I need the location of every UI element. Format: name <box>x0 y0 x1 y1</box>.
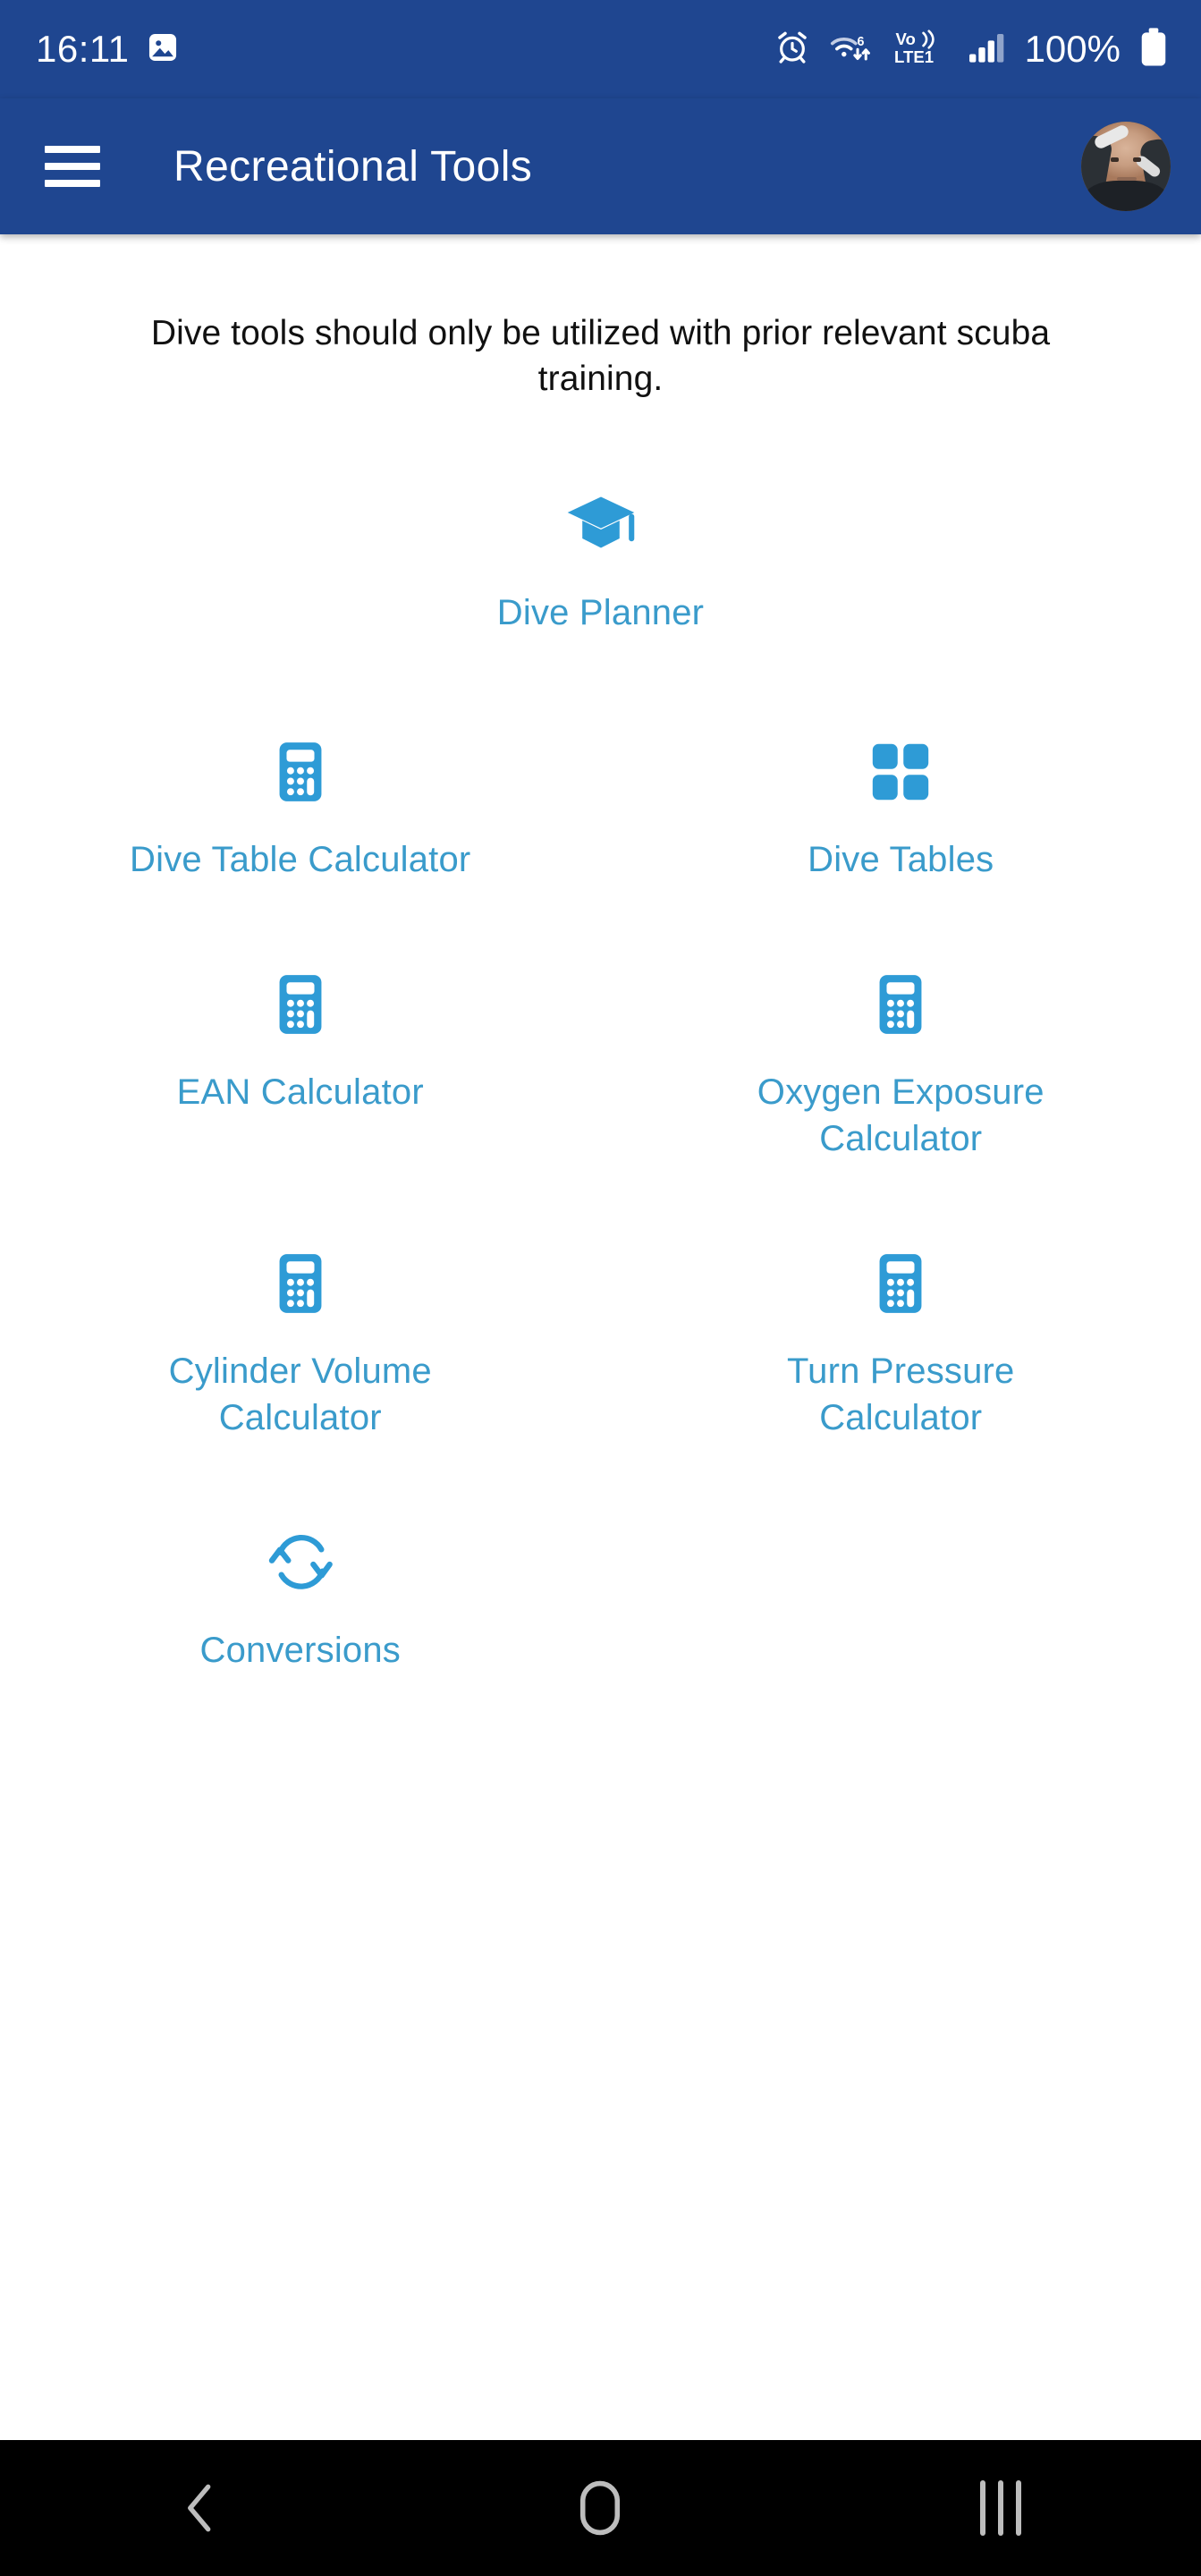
recents-bar <box>980 2480 986 2536</box>
avatar-eye-left <box>1111 157 1119 162</box>
android-nav-bar <box>0 2440 1201 2576</box>
tool-grid: Dive Planner Dive Table Calculator Dive … <box>0 457 1201 1674</box>
svg-text:6: 6 <box>857 34 864 48</box>
home-circle-icon[interactable] <box>511 2440 689 2576</box>
tool-row: Dive Planner <box>0 457 1201 636</box>
tool-tile-label: Cylinder Volume Calculator <box>168 1352 432 1438</box>
tool-tile-label: Dive Tables <box>808 840 994 880</box>
tool-tile-label: Conversions <box>199 1631 402 1671</box>
tool-tile-turn-pressure-calculator[interactable]: Turn Pressure Calculator <box>601 1216 1201 1441</box>
app-bar: Recreational Tools <box>0 98 1201 234</box>
calculator-icon <box>259 1242 342 1325</box>
hamburger-bar <box>45 180 100 187</box>
status-bar-clock: 16:11 <box>36 28 130 70</box>
recents-bars-group <box>980 2480 1022 2536</box>
tool-tile-label: Dive Table Calculator <box>130 840 471 880</box>
wifi-icon: 6 <box>828 30 876 70</box>
tool-tile-dive-planner[interactable]: Dive Planner <box>0 457 1201 636</box>
page-title: Recreational Tools <box>173 142 533 191</box>
tool-row: Conversions <box>0 1495 1201 1674</box>
tool-tile-empty-slot <box>601 1495 1201 1674</box>
tool-tile-conversions[interactable]: Conversions <box>0 1495 601 1674</box>
avatar-body <box>1081 181 1171 211</box>
graduation-cap-icon <box>560 484 642 566</box>
grid-four-squares-icon <box>859 731 942 813</box>
tool-row: Dive Table Calculator Dive Tables <box>0 704 1201 883</box>
avatar-eye-right <box>1133 157 1141 162</box>
screenshot-icon <box>146 30 180 69</box>
volte-icon: Vo LTE1 <box>894 28 950 72</box>
phone-screen: 16:11 6 Vo LTE1 100% Recreational Tools … <box>0 0 1201 2576</box>
hamburger-bar <box>45 146 100 153</box>
hamburger-menu-icon[interactable] <box>45 146 100 187</box>
tool-tile-label: Dive Planner <box>496 593 705 633</box>
calculator-icon <box>259 731 342 813</box>
tool-row: Cylinder Volume Calculator Turn Pressure… <box>0 1216 1201 1441</box>
calculator-icon <box>859 1242 942 1325</box>
recents-bars-icon[interactable] <box>911 2440 1090 2576</box>
row-spacer <box>0 636 1201 704</box>
status-bar-left: 16:11 <box>36 28 180 71</box>
battery-percentage: 100% <box>1024 28 1121 70</box>
tool-tile-oxygen-exposure-calculator[interactable]: Oxygen Exposure Calculator <box>601 936 1201 1162</box>
signal-icon <box>968 30 1007 70</box>
tool-tile-dive-table-calculator[interactable]: Dive Table Calculator <box>0 704 601 883</box>
status-bar-right: 6 Vo LTE1 100% <box>774 27 1169 72</box>
recents-bar <box>1016 2480 1022 2536</box>
avatar[interactable] <box>1081 122 1171 211</box>
svg-text:LTE1: LTE1 <box>894 47 934 66</box>
calculator-icon <box>259 963 342 1046</box>
recents-bar <box>998 2480 1004 2536</box>
tool-tile-label: EAN Calculator <box>176 1072 424 1113</box>
tool-row: EAN Calculator Oxygen Exposure Calculato… <box>0 936 1201 1162</box>
row-spacer <box>0 883 1201 936</box>
row-spacer <box>0 1441 1201 1495</box>
tool-tile-dive-tables[interactable]: Dive Tables <box>601 704 1201 883</box>
hamburger-bar <box>45 163 100 170</box>
battery-icon <box>1138 27 1169 72</box>
tool-tile-label: Turn Pressure Calculator <box>786 1352 1015 1438</box>
calculator-icon <box>859 963 942 1046</box>
sync-arrows-icon <box>259 1521 342 1604</box>
svg-text:Vo: Vo <box>895 29 915 47</box>
row-spacer <box>0 1162 1201 1216</box>
disclaimer-text: Dive tools should only be utilized with … <box>150 314 1051 398</box>
tool-tile-ean-calculator[interactable]: EAN Calculator <box>0 936 601 1162</box>
status-bar: 16:11 6 Vo LTE1 100% <box>0 0 1201 98</box>
back-chevron-icon[interactable] <box>111 2440 290 2576</box>
tool-tile-cylinder-volume-calculator[interactable]: Cylinder Volume Calculator <box>0 1216 601 1441</box>
alarm-icon <box>774 30 810 70</box>
main-content: Dive tools should only be utilized with … <box>0 234 1201 2440</box>
tool-tile-label: Oxygen Exposure Calculator <box>757 1072 1045 1159</box>
